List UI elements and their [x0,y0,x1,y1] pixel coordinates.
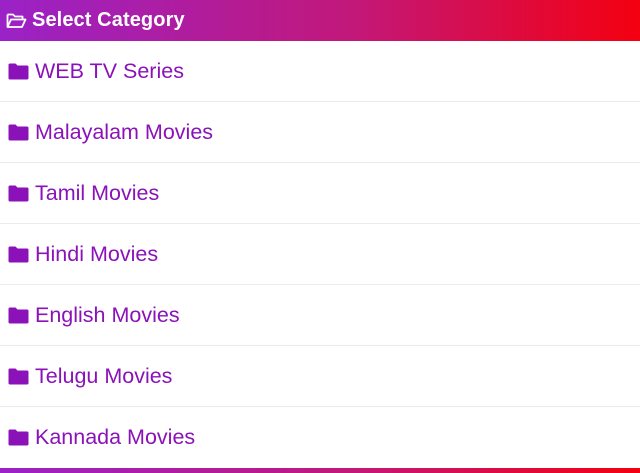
bottom-gradient-bar [0,468,640,473]
category-item-malayalam-movies[interactable]: Malayalam Movies [0,102,640,163]
category-item-english-movies[interactable]: English Movies [0,285,640,346]
folder-icon [8,246,30,263]
folder-icon [8,429,30,446]
folder-icon [8,368,30,385]
category-panel: Select Category WEB TV Series Malayalam … [0,0,640,473]
category-label: WEB TV Series [35,58,184,83]
category-label: Telugu Movies [35,363,173,388]
category-header: Select Category [0,0,640,41]
folder-icon [8,185,30,202]
category-item-hindi-movies[interactable]: Hindi Movies [0,224,640,285]
category-item-tamil-movies[interactable]: Tamil Movies [0,163,640,224]
category-list: WEB TV Series Malayalam Movies Tamil Mov… [0,41,640,468]
folder-icon [8,63,30,80]
category-label: English Movies [35,302,180,327]
category-item-kannada-movies[interactable]: Kannada Movies [0,407,640,468]
category-label: Malayalam Movies [35,119,214,144]
folder-open-icon [6,12,28,30]
category-label: Hindi Movies [35,241,159,266]
category-label: Tamil Movies [35,180,160,205]
folder-icon [8,307,30,324]
category-item-telugu-movies[interactable]: Telugu Movies [0,346,640,407]
category-item-web-tv-series[interactable]: WEB TV Series [0,41,640,102]
header-title: Select Category [32,9,185,31]
category-label: Kannada Movies [35,425,196,449]
folder-icon [8,124,30,141]
